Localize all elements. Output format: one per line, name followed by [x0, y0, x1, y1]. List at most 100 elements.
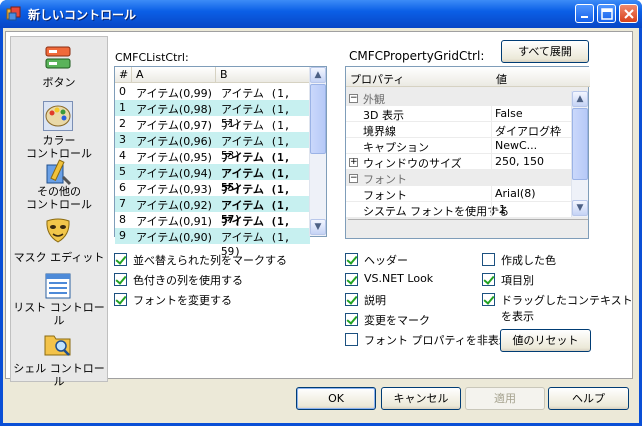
cancel-button[interactable]: キャンセル [381, 387, 461, 410]
collapse-icon[interactable]: − [349, 94, 358, 103]
list-cell-a: アイテム(0,97) [136, 119, 212, 132]
checked-checkbox[interactable] [114, 253, 127, 266]
reset-values-button[interactable]: 値のリセット [500, 329, 591, 352]
expand-icon[interactable]: + [349, 158, 358, 167]
list-header-col-a[interactable]: A [132, 67, 216, 83]
property-row[interactable]: フォント Arial(8) [346, 186, 572, 202]
app-icon [6, 6, 22, 22]
mask-icon [43, 215, 73, 245]
outlook-item-list-controls[interactable]: リスト コントロール [11, 271, 107, 329]
scroll-up-arrow[interactable]: ▲ [572, 91, 588, 107]
scroll-down-arrow[interactable]: ▼ [572, 200, 588, 216]
outlook-item-label: リスト コントロール [13, 301, 105, 327]
property-name: 外観 [363, 93, 385, 106]
property-value[interactable]: 250, 150 [495, 155, 544, 168]
close-button[interactable] [619, 4, 638, 23]
checkbox-label[interactable]: 色付きの列を使用する [133, 272, 243, 288]
unchecked-checkbox[interactable] [482, 253, 495, 266]
property-name: フォント [363, 189, 407, 202]
list-vscrollbar[interactable]: ▲ ▼ [309, 67, 326, 236]
checked-checkbox[interactable] [345, 313, 358, 326]
outlook-item-other-controls[interactable]: その他の コントロール [11, 157, 107, 215]
property-value[interactable]: False [495, 107, 523, 120]
outlook-item-mask-edit[interactable]: マスク エディット [11, 215, 107, 273]
list-header: # A B [115, 67, 310, 83]
list-ctrl-caption: CMFCListCtrl: [115, 51, 189, 64]
list-row[interactable]: 0アイテム(0,99)アイテム (1, 50) [115, 84, 310, 114]
checkbox-label[interactable]: フォント プロパティを非表示 [364, 332, 510, 348]
apply-button[interactable]: 適用 [465, 387, 545, 410]
property-row[interactable]: + ウィンドウのサイズ 250, 150 [346, 154, 572, 170]
property-row[interactable]: 境界線 ダイアログ枠 [346, 122, 572, 138]
property-category-row[interactable]: − フォント [346, 170, 572, 186]
list-row[interactable]: 8アイテム(0,91)アイテム (1, 58) [115, 212, 310, 242]
checkbox-label[interactable]: 作成した色 [501, 252, 556, 268]
buttons-icon [43, 43, 73, 73]
list-header-col-b[interactable]: B [216, 67, 310, 83]
checkbox-label[interactable]: ヘッダー [364, 252, 408, 268]
outlook-item-buttons[interactable]: ボタン [11, 43, 107, 101]
scroll-thumb[interactable] [572, 108, 588, 180]
list-row[interactable]: 2アイテム(0,97)アイテム (1, 52) [115, 116, 310, 146]
property-row[interactable]: システム フォントを使用する -1 [346, 202, 572, 218]
list-cell-a: アイテム(0,96) [136, 135, 212, 148]
list-row[interactable]: 7 アイテム(0,92) アイテム (1, 57) [115, 196, 310, 226]
mfc-list-ctrl[interactable]: # A B 0アイテム(0,99)アイテム (1, 50)1アイテム(0,98)… [114, 66, 327, 258]
checkbox-label[interactable]: ドラッグしたコンテキスト を表示 [501, 292, 633, 324]
property-value[interactable]: Arial(8) [495, 187, 535, 200]
list-row[interactable]: 4アイテム(0,95)アイテム (1, 54) [115, 148, 310, 178]
checked-checkbox[interactable] [345, 273, 358, 286]
checked-checkbox[interactable] [345, 293, 358, 306]
outlook-item-shell-controls[interactable]: シェル コントロール [11, 329, 107, 388]
scroll-down-arrow[interactable]: ▼ [310, 219, 326, 235]
folder-search-icon [43, 329, 73, 359]
title-bar[interactable]: 新しいコントロール [0, 0, 642, 28]
checkbox-label[interactable]: 説明 [364, 292, 386, 308]
collapse-icon[interactable]: − [349, 174, 358, 183]
help-button[interactable]: ヘルプ [548, 387, 629, 410]
property-category-row[interactable]: − 外観 [346, 90, 572, 106]
mfc-property-grid[interactable]: プロパティ 値 − 外観 3D 表示 False 境界線 ダイアログ枠 キャプション NewC… [345, 66, 590, 239]
checked-checkbox[interactable] [482, 273, 495, 286]
column-separator [491, 202, 492, 218]
checked-checkbox[interactable] [482, 293, 495, 306]
property-name: ウィンドウのサイズ [363, 157, 462, 170]
property-row[interactable]: キャプション NewC... [346, 138, 572, 154]
property-value[interactable]: ダイアログ枠 [495, 123, 561, 139]
property-row[interactable]: 3D 表示 False [346, 106, 572, 122]
checked-checkbox[interactable] [345, 253, 358, 266]
property-grid-vscrollbar[interactable]: ▲ ▼ [571, 91, 588, 217]
column-separator [491, 106, 492, 122]
list-row[interactable]: 1 アイテム(0,98) アイテム (1, 51) [115, 100, 310, 130]
checkbox-label[interactable]: 変更をマーク [364, 312, 430, 328]
property-value[interactable]: NewC... [495, 139, 537, 152]
value-column-header: 値 [496, 73, 507, 86]
list-row[interactable]: 9 アイテム(0,90) アイテム (1, 59) [115, 228, 310, 258]
checkbox-label[interactable]: 並べ替えられた列をマークする [133, 252, 287, 268]
list-cell-index: 5 [119, 165, 126, 178]
outlook-item-color-controls[interactable]: カラー コントロール [11, 101, 107, 160]
list-cell-index: 1 [119, 101, 126, 114]
checked-checkbox[interactable] [114, 293, 127, 306]
list-cell-a: アイテム(0,93) [136, 183, 212, 196]
expand-all-button[interactable]: すべて展開 [501, 40, 589, 63]
list-row[interactable]: 3 アイテム(0,96) アイテム (1, 53) [115, 132, 310, 162]
scroll-up-arrow[interactable]: ▲ [310, 67, 326, 83]
list-header-col-index[interactable]: # [115, 67, 132, 83]
checkbox-label[interactable]: VS.NET Look [364, 272, 433, 285]
unchecked-checkbox[interactable] [345, 333, 358, 346]
list-icon [43, 271, 73, 301]
property-column-header: プロパティ [350, 73, 405, 86]
list-row[interactable]: 5 アイテム(0,94) アイテム (1, 55) [115, 164, 310, 194]
ok-button[interactable]: OK [296, 387, 376, 410]
scroll-thumb[interactable] [310, 84, 326, 154]
property-value[interactable]: -1 [495, 203, 506, 216]
list-cell-index: 8 [119, 213, 126, 226]
maximize-button[interactable] [597, 4, 616, 23]
list-row[interactable]: 6アイテム(0,93)アイテム (1, 56) [115, 180, 310, 210]
checked-checkbox[interactable] [114, 273, 127, 286]
checkbox-label[interactable]: 項目別 [501, 272, 534, 288]
minimize-button[interactable] [575, 4, 594, 23]
outlook-item-label: マスク エディット [13, 251, 105, 264]
checkbox-label[interactable]: フォントを変更する [133, 292, 232, 308]
